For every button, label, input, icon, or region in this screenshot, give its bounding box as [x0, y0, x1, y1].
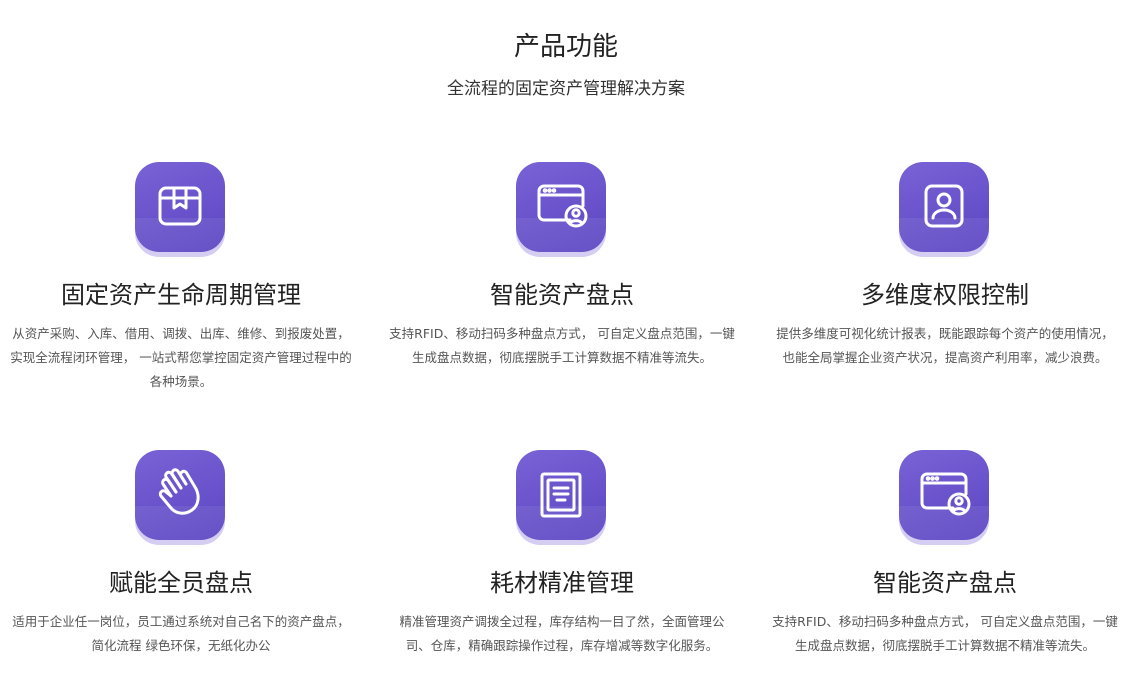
feature-title: 固定资产生命周期管理	[61, 281, 301, 309]
document-frame-icon	[540, 472, 582, 518]
feature-title: 智能资产盘点	[490, 281, 634, 309]
feature-description: 支持RFID、移动扫码多种盘点方式， 可自定义盘点范围，一键 生成盘点数据，彻底…	[389, 326, 735, 365]
feature-card-smart-inventory-2: 智能资产盘点 支持RFID、移动扫码多种盘点方式， 可自定义盘点范围，一键 生成…	[764, 450, 1126, 658]
browser-user-icon	[537, 184, 588, 228]
feature-icon-tile	[899, 450, 991, 542]
feature-description: 精准管理资产调拨全过程，库存结构一目了然，全面管理公 司、仓库，精确跟踪操作过程…	[399, 614, 725, 653]
section-subtitle: 全流程的固定资产管理解决方案	[447, 79, 685, 99]
feature-card-all-staff: 赋能全员盘点 适用于企业任一岗位，员工通过系统对自己名下的资产盘点， 简化流程 …	[0, 450, 362, 658]
feature-card-smart-inventory: 智能资产盘点 支持RFID、移动扫码多种盘点方式， 可自定义盘点范围，一键 生成…	[381, 162, 743, 370]
feature-description: 从资产采购、入库、借用、调拨、出库、维修、到报废处置， 实现全流程闭环管理， 一…	[10, 326, 352, 389]
box-bookmark-icon	[158, 186, 202, 226]
feature-description: 适用于企业任一岗位，员工通过系统对自己名下的资产盘点， 简化流程 绿色环保，无纸…	[12, 614, 350, 653]
feature-icon-tile	[516, 450, 608, 542]
feature-card-lifecycle: 固定资产生命周期管理 从资产采购、入库、借用、调拨、出库、维修、到报废处置， 实…	[0, 162, 362, 394]
section-title: 产品功能	[513, 32, 618, 62]
hand-wave-icon	[158, 468, 200, 515]
feature-icon-tile	[135, 450, 227, 542]
feature-title: 赋能全员盘点	[109, 569, 253, 597]
browser-user-icon	[920, 472, 971, 516]
feature-title: 耗材精准管理	[490, 569, 634, 597]
feature-icon-tile	[899, 162, 991, 254]
feature-icon-tile	[135, 162, 227, 254]
feature-description: 提供多维度可视化统计报表，既能跟踪每个资产的使用情况， 也能全局掌握企业资产状况…	[776, 326, 1114, 365]
feature-title: 多维度权限控制	[861, 281, 1029, 309]
feature-title: 智能资产盘点	[873, 569, 1017, 597]
feature-description: 支持RFID、移动扫码多种盘点方式， 可自定义盘点范围，一键 生成盘点数据，彻底…	[772, 614, 1118, 653]
feature-card-permissions: 多维度权限控制 提供多维度可视化统计报表，既能跟踪每个资产的使用情况， 也能全局…	[764, 162, 1126, 370]
feature-card-consumables: 耗材精准管理 精准管理资产调拨全过程，库存结构一目了然，全面管理公 司、仓库，精…	[381, 450, 743, 658]
user-card-icon	[924, 184, 964, 228]
feature-icon-tile	[516, 162, 608, 254]
